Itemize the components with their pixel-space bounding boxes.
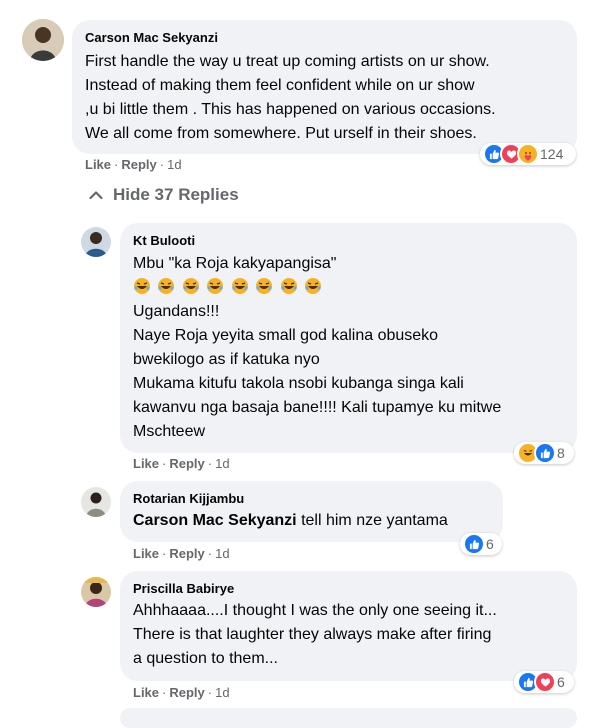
hide-replies-label: Hide 37 Replies (113, 185, 239, 204)
comment-line: Mukama kitufu takola nsobi kubanga singa… (133, 375, 464, 392)
like-icon (463, 533, 485, 555)
timestamp[interactable]: 1d (167, 157, 181, 172)
comment-line: Mschteew (133, 423, 206, 440)
reply-button[interactable]: Reply (169, 685, 204, 700)
comment-line: First handle the way u treat up coming a… (85, 53, 490, 70)
laughing-emoji-icon (256, 278, 273, 294)
laughing-emoji-icon (231, 278, 248, 294)
timestamp[interactable]: 1d (215, 456, 229, 471)
hide-replies-button[interactable]: Hide 37 Replies (89, 185, 239, 205)
like-button[interactable]: Like (133, 685, 159, 700)
reply-button[interactable]: Reply (169, 456, 204, 471)
reply-button[interactable]: Reply (121, 157, 156, 172)
comment-actions: Like · Reply · 1d (133, 456, 230, 471)
laughing-emoji-icon (182, 278, 199, 294)
reply-button[interactable]: Reply (169, 546, 204, 561)
comment-line: a question to them... (133, 650, 278, 667)
reaction-count: 6 (557, 674, 565, 690)
comment-text: Mbu "ka Roja kakyapangisa" Ugandans!!! N… (133, 252, 501, 444)
reaction-count: 124 (540, 146, 564, 162)
comment-text: Carson Mac Sekyanzi tell him nze yantama (133, 509, 448, 533)
avatar[interactable] (81, 577, 111, 607)
reaction-count: 8 (557, 445, 565, 461)
comment-line: ,u bi little them . This has happened on… (85, 101, 496, 118)
laughing-emoji-icon (305, 278, 322, 294)
like-icon (534, 442, 556, 464)
comment-author[interactable]: Kt Bulooti (133, 233, 195, 248)
reaction-summary[interactable]: 8 (514, 442, 574, 464)
reaction-summary[interactable]: 124 (480, 143, 576, 165)
avatar[interactable] (81, 227, 111, 257)
care-icon (517, 143, 539, 165)
comment-text: Ahhhaaaa....I thought I was the only one… (133, 599, 497, 671)
comment-actions: Like · Reply · 1d (85, 157, 182, 172)
comment-line: Mbu "ka Roja kakyapangisa" (133, 255, 337, 272)
mention-link[interactable]: Carson Mac Sekyanzi (133, 512, 297, 529)
comment-line: bwekilogo as if katuka nyo (133, 351, 320, 368)
comment-text: First handle the way u treat up coming a… (85, 50, 496, 146)
reaction-summary[interactable]: 6 (514, 671, 574, 693)
comment-actions: Like · Reply · 1d (133, 546, 230, 561)
comment-line: Ugandans!!! (133, 303, 220, 320)
comment-line: There is that laughter they always make … (133, 626, 492, 643)
comment-line: Ahhhaaaa....I thought I was the only one… (133, 602, 497, 619)
comment-author[interactable]: Carson Mac Sekyanzi (85, 30, 218, 45)
comment-line: Instead of making them feel confident wh… (85, 77, 475, 94)
timestamp[interactable]: 1d (215, 685, 229, 700)
comment-bubble (120, 708, 577, 728)
comment-text-body: tell him nze yantama (296, 512, 448, 529)
chevron-up-icon (89, 191, 103, 200)
comment-line: Naye Roja yeyita small god kalina obusek… (133, 327, 439, 344)
love-icon (534, 671, 556, 693)
comment-author[interactable]: Priscilla Babirye (133, 581, 234, 596)
comment-actions: Like · Reply · 1d (133, 685, 230, 700)
avatar[interactable] (22, 19, 64, 61)
comment-line: kawanvu nga basaja bane!!!! Kali tupamye… (133, 399, 502, 416)
timestamp[interactable]: 1d (215, 546, 229, 561)
laughing-emoji-icon (134, 278, 150, 294)
laughing-emoji-icon (280, 278, 297, 294)
like-button[interactable]: Like (133, 456, 159, 471)
comment-author[interactable]: Rotarian Kijjambu (133, 491, 244, 506)
reaction-summary[interactable]: 6 (460, 533, 502, 555)
emoji-row (133, 276, 501, 300)
avatar[interactable] (81, 487, 111, 517)
like-button[interactable]: Like (133, 546, 159, 561)
reaction-count: 6 (486, 536, 494, 552)
comment-line: We all come from somewhere. Put urself i… (85, 125, 477, 142)
laughing-emoji-icon (158, 278, 175, 294)
laughing-emoji-icon (207, 278, 224, 294)
like-button[interactable]: Like (85, 157, 111, 172)
